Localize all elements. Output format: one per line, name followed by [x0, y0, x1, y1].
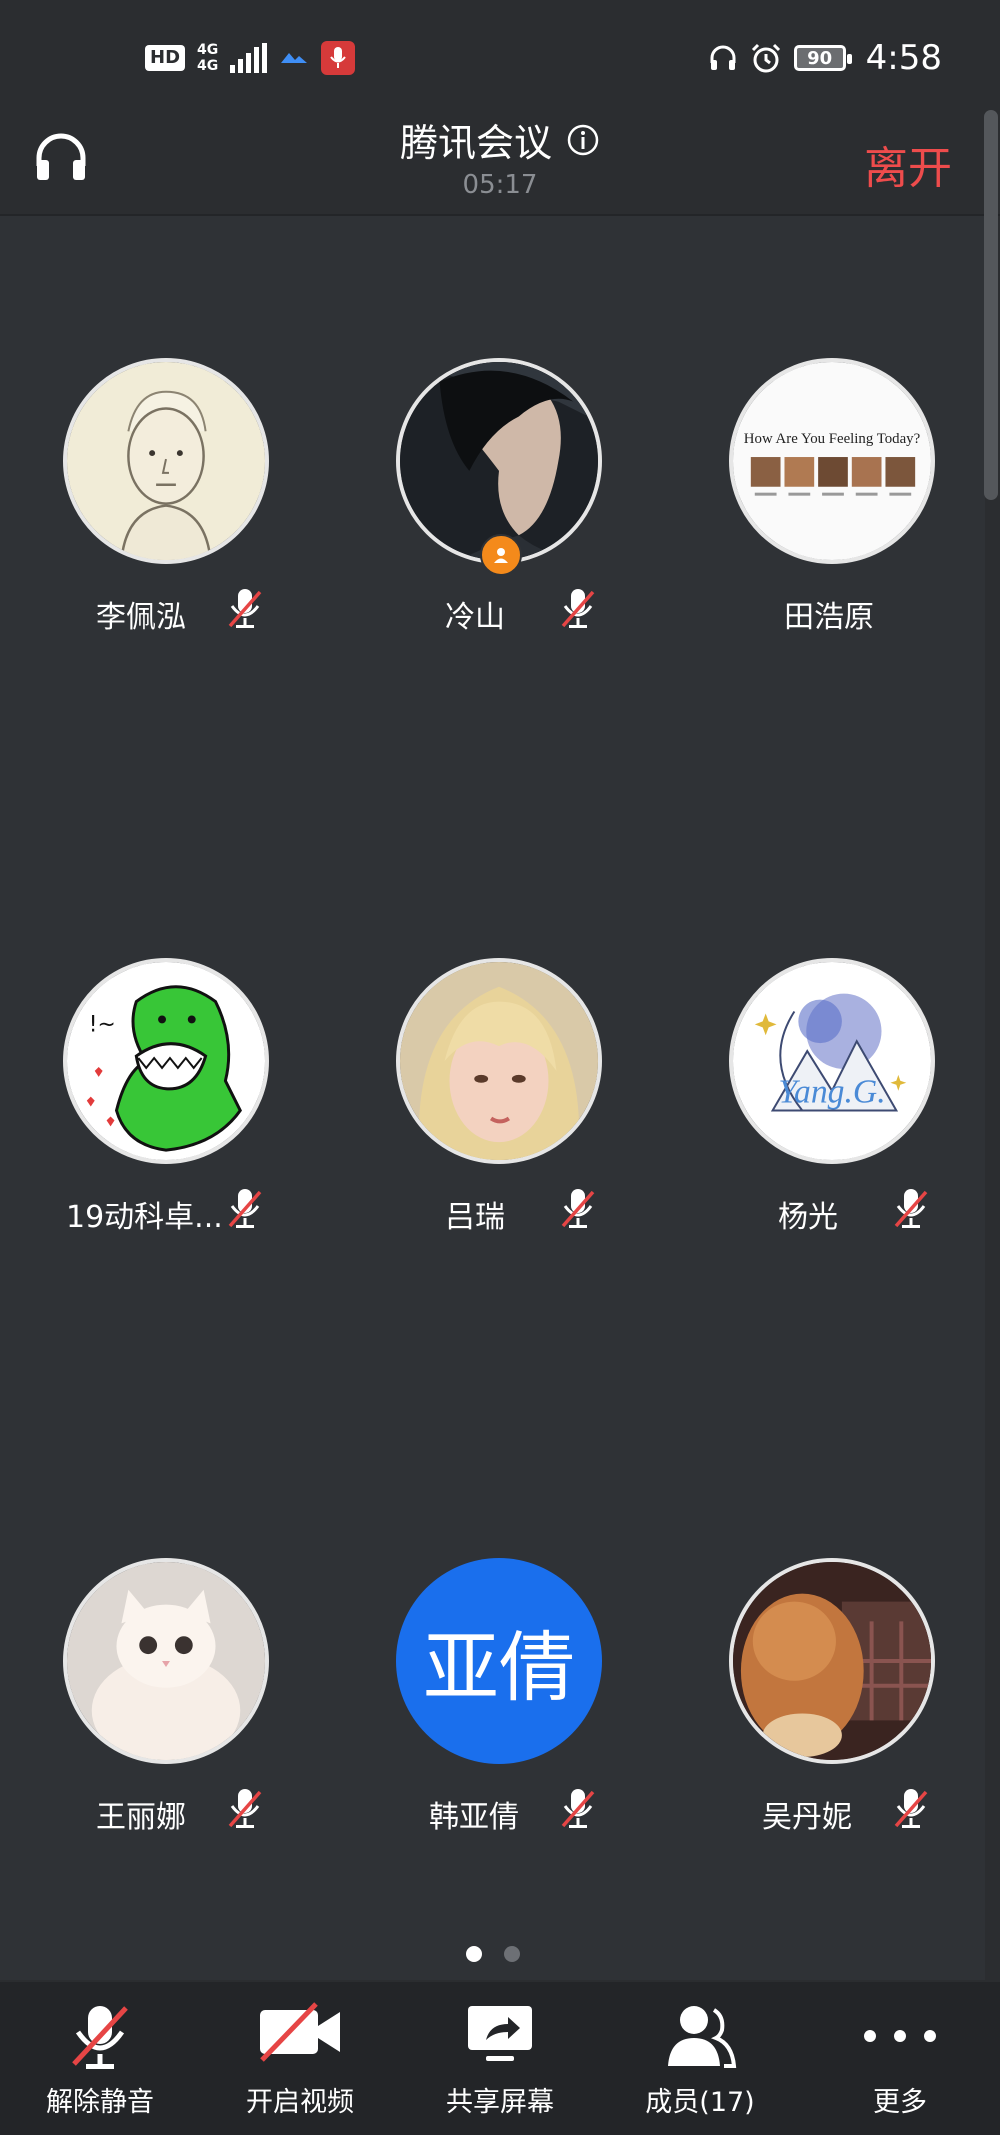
- mic-muted-icon: [228, 1189, 262, 1228]
- mic-muted-icon: [228, 1789, 262, 1828]
- participant-name: 韩亚倩: [429, 1800, 519, 1835]
- dog-photo-avatar-image: [733, 1562, 931, 1760]
- avatar: [396, 958, 602, 1164]
- unmute-button[interactable]: 解除静音: [0, 1982, 200, 2135]
- svg-text:How Are You Feeling Today?: How Are You Feeling Today?: [744, 431, 920, 447]
- leave-button[interactable]: 离开: [864, 132, 952, 196]
- participant-name: 李佩泓: [96, 600, 186, 635]
- mic-muted-icon: [894, 1189, 928, 1228]
- avatar: [729, 1558, 935, 1764]
- watercolor-logo-avatar-image: Yang.G.: [733, 962, 931, 1160]
- participant-tile[interactable]: Yang.G. 杨光: [682, 958, 982, 1258]
- mic-muted-icon: [561, 1189, 595, 1228]
- hd-badge: HD: [145, 45, 186, 71]
- participant-name: 19动科卓...: [66, 1200, 223, 1235]
- scrollbar[interactable]: [984, 110, 998, 500]
- more-label: 更多: [873, 2087, 927, 2118]
- participant-name: 吴丹妮: [762, 1800, 852, 1835]
- mic-muted-icon: [894, 1789, 928, 1828]
- members-icon: [668, 2006, 737, 2068]
- meeting-header: 腾讯会议 05:17 离开: [0, 110, 1000, 216]
- members-button[interactable]: 成员(17): [600, 1982, 800, 2135]
- more-dots-icon: [864, 2030, 936, 2042]
- white-kitten-avatar-image: [67, 1562, 265, 1760]
- more-button[interactable]: 更多: [800, 1982, 1000, 2135]
- avatar: [63, 1558, 269, 1764]
- share-screen-button[interactable]: 共享屏幕: [400, 1982, 600, 2135]
- participant-tile[interactable]: 李佩泓: [16, 358, 316, 658]
- avatar: How Are You Feeling Today?: [729, 358, 935, 564]
- mic-muted-icon: [561, 589, 595, 628]
- participant-tile[interactable]: 冷山: [349, 358, 649, 658]
- page-indicator[interactable]: [0, 1946, 985, 1962]
- headset-status-icon: [710, 45, 736, 70]
- unmute-label: 解除静音: [46, 2087, 154, 2118]
- green-dino-avatar-image: !~: [67, 962, 265, 1160]
- alarm-icon: [751, 43, 780, 73]
- text-avatar: 亚倩: [396, 1558, 602, 1764]
- participant-tile[interactable]: 吕瑞: [349, 958, 649, 1258]
- participant-grid: 李佩泓 冷山 How Are You Feeling Today? 田浩原 !~…: [0, 216, 985, 1980]
- mic-muted-icon: [72, 2006, 128, 2069]
- participant-name: 吕瑞: [445, 1200, 505, 1235]
- video-off-icon: [260, 2002, 340, 2062]
- participant-name: 杨光: [778, 1200, 838, 1235]
- meeting-title: 腾讯会议: [399, 121, 552, 165]
- meeting-timer: 05:17: [462, 170, 538, 200]
- mic-muted-icon: [228, 589, 262, 628]
- host-badge-icon: [480, 534, 522, 576]
- avatar: !~: [63, 958, 269, 1164]
- page-dot[interactable]: [503, 1946, 520, 1962]
- bottom-toolbar: 解除静音 开启视频 共享屏幕 成员(17) 更多: [0, 1982, 1000, 2135]
- members-label: 成员(17): [645, 2087, 755, 2118]
- signal-strength-icon: [230, 43, 268, 73]
- recording-mic-icon: [321, 41, 356, 75]
- blonde-girl-avatar-image: [400, 962, 598, 1160]
- participant-tile[interactable]: !~ 19动科卓...: [16, 958, 316, 1258]
- cloud-sync-icon: [281, 53, 308, 63]
- participant-name: 王丽娜: [96, 1800, 186, 1835]
- avatar: Yang.G.: [729, 958, 935, 1164]
- battery-indicator: 90: [793, 45, 852, 71]
- participant-tile[interactable]: 王丽娜: [16, 1558, 316, 1858]
- feeling-chart-avatar-image: How Are You Feeling Today?: [733, 362, 931, 560]
- page-dot-active[interactable]: [465, 1946, 482, 1962]
- start-video-button[interactable]: 开启视频: [200, 1982, 400, 2135]
- participant-tile[interactable]: How Are You Feeling Today? 田浩原: [682, 358, 982, 658]
- share-screen-icon: [468, 2006, 532, 2061]
- info-icon[interactable]: [566, 123, 600, 157]
- svg-text:Yang.G.: Yang.G.: [778, 1074, 885, 1111]
- participant-name: 冷山: [445, 600, 505, 635]
- man-portrait-avatar-image: [400, 362, 598, 560]
- share-screen-label: 共享屏幕: [446, 2087, 554, 2118]
- mic-muted-icon: [561, 1789, 595, 1828]
- network-type: 4G 4G: [197, 42, 219, 74]
- sketch-boy-avatar-image: [67, 362, 265, 560]
- participant-tile[interactable]: 亚倩 韩亚倩: [349, 1558, 649, 1858]
- start-video-label: 开启视频: [246, 2087, 354, 2118]
- svg-text:!~: !~: [89, 1012, 116, 1037]
- avatar: [63, 358, 269, 564]
- status-time: 4:58: [865, 38, 942, 78]
- participant-name: 田浩原: [784, 600, 874, 635]
- status-bar: HD 4G 4G 90 4:58: [0, 0, 1000, 110]
- participant-tile[interactable]: 吴丹妮: [682, 1558, 982, 1858]
